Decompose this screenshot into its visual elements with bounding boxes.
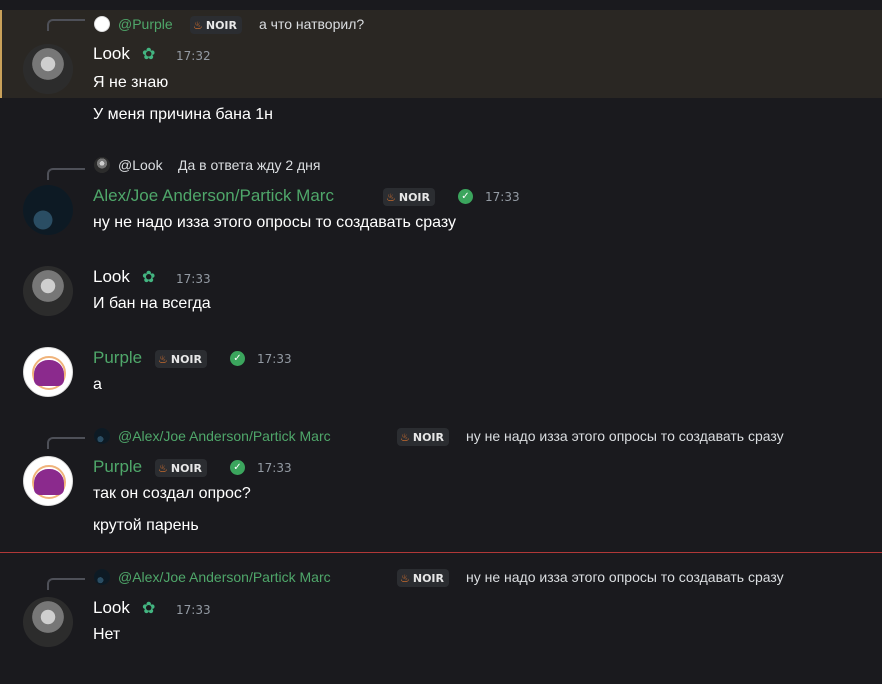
reply-author[interactable]: @Look <box>118 157 163 173</box>
message-text: крутой парень <box>93 517 199 534</box>
message-text: ну не надо изза этого опросы то создават… <box>93 214 456 231</box>
leaf-icon: ✿ <box>142 267 156 286</box>
reply-text[interactable]: ну не надо изза этого опросы то создават… <box>466 569 784 585</box>
author-name[interactable]: Alex/Joe Anderson/Partick Marc <box>93 186 334 206</box>
badge-label: NOIR <box>170 461 202 475</box>
badge-label: NOIR <box>412 430 444 444</box>
reply-spine-icon <box>47 578 85 590</box>
reply-text[interactable]: ну не надо изза этого опросы то создават… <box>466 428 784 444</box>
leaf-icon: ✿ <box>142 44 156 63</box>
noir-badge[interactable]: ♨ NOIR <box>190 16 242 34</box>
author-name[interactable]: Purple <box>93 457 142 477</box>
message-text: а <box>93 376 102 393</box>
badge-label: NOIR <box>205 18 237 32</box>
reply-avatar[interactable] <box>94 157 110 173</box>
timestamp: 17:33 <box>257 352 292 366</box>
flame-icon: ♨ <box>386 190 396 204</box>
badge-label: NOIR <box>170 352 202 366</box>
flame-icon: ♨ <box>158 352 168 366</box>
timestamp: 17:33 <box>176 603 211 617</box>
avatar[interactable] <box>23 44 73 94</box>
author-name[interactable]: Purple <box>93 348 142 368</box>
author-name[interactable]: Look <box>93 44 130 64</box>
message-text: И бан на всегда <box>93 295 211 312</box>
reply-author[interactable]: @Alex/Joe Anderson/Partick Marc <box>118 428 331 444</box>
timestamp: 17:32 <box>176 49 211 63</box>
avatar[interactable] <box>23 266 73 316</box>
reply-avatar[interactable] <box>94 428 110 444</box>
timestamp: 17:33 <box>485 190 520 204</box>
badge-label: NOIR <box>412 571 444 585</box>
reply-text[interactable]: а что натворил? <box>259 16 364 32</box>
reply-avatar[interactable] <box>94 16 110 32</box>
leaf-icon: ✿ <box>142 598 156 617</box>
flame-icon: ♨ <box>158 461 168 475</box>
noir-badge[interactable]: ♨ NOIR <box>155 459 207 477</box>
flame-icon: ♨ <box>193 18 203 32</box>
avatar[interactable] <box>23 597 73 647</box>
flame-icon: ♨ <box>400 430 410 444</box>
noir-badge[interactable]: ♨ NOIR <box>397 569 449 587</box>
badge-label: NOIR <box>398 190 430 204</box>
flame-icon: ♨ <box>400 571 410 585</box>
message-text: У меня причина бана 1н <box>93 106 274 123</box>
timestamp: 17:33 <box>176 272 211 286</box>
reply-avatar[interactable] <box>94 569 110 585</box>
verified-check-icon: ✓ <box>230 460 245 475</box>
reply-author[interactable]: @Alex/Joe Anderson/Partick Marc <box>118 569 331 585</box>
reply-author[interactable]: @Purple <box>118 16 173 32</box>
timestamp: 17:33 <box>257 461 292 475</box>
new-messages-divider <box>0 552 882 553</box>
avatar[interactable] <box>23 347 73 397</box>
reply-spine-icon <box>47 168 85 180</box>
noir-badge[interactable]: ♨ NOIR <box>383 188 435 206</box>
author-name[interactable]: Look <box>93 267 130 287</box>
verified-check-icon: ✓ <box>230 351 245 366</box>
verified-check-icon: ✓ <box>458 189 473 204</box>
reply-spine-icon <box>47 437 85 449</box>
reply-text[interactable]: Да в ответа жду 2 дня <box>178 157 321 173</box>
message-text: Нет <box>93 626 121 643</box>
message-text: Я не знаю <box>93 74 169 91</box>
reply-spine-icon <box>47 19 85 31</box>
author-name[interactable]: Look <box>93 598 130 618</box>
noir-badge[interactable]: ♨ NOIR <box>155 350 207 368</box>
avatar[interactable] <box>23 185 73 235</box>
noir-badge[interactable]: ♨ NOIR <box>397 428 449 446</box>
avatar[interactable] <box>23 456 73 506</box>
message-text: так он создал опрос? <box>93 485 251 502</box>
